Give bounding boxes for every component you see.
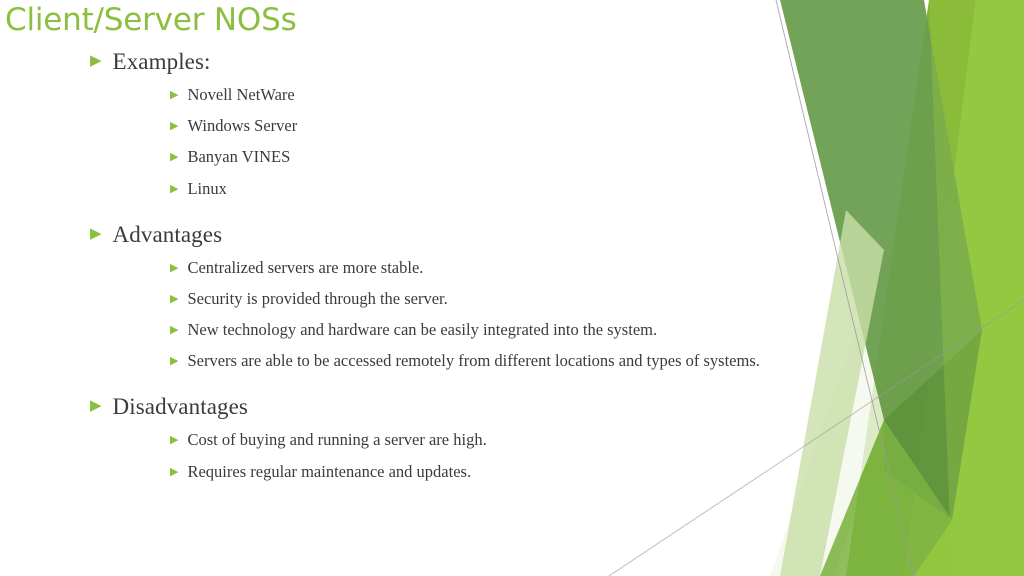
- polygon-layer-bright: [846, 0, 1024, 576]
- bullet-item-text: Linux: [187, 178, 227, 198]
- bullet-heading-advantages: ▶ Advantages: [90, 221, 800, 248]
- bullet-item: ▶ Security is provided through the serve…: [170, 289, 800, 309]
- triangle-bullet-icon: ▶: [170, 434, 179, 447]
- triangle-bullet-icon: ▶: [170, 89, 179, 102]
- triangle-bullet-icon: ▶: [170, 182, 179, 195]
- bullet-item-text: Centralized servers are more stable.: [187, 257, 424, 277]
- bullet-item: ▶ Requires regular maintenance and updat…: [170, 462, 800, 482]
- bullet-item: ▶ Linux: [170, 179, 800, 199]
- triangle-bullet-icon: ▶: [170, 465, 179, 478]
- bullet-item: ▶ Novell NetWare: [170, 85, 800, 105]
- bullet-heading-text: Disadvantages: [112, 394, 248, 420]
- dark-green-lower-wedge: [884, 330, 982, 520]
- triangle-bullet-icon: ▶: [90, 398, 102, 415]
- bullet-heading-examples: ▶ Examples:: [90, 48, 800, 75]
- bright-green-right-band: [904, 0, 1024, 576]
- bullet-heading-text: Advantages: [112, 221, 223, 247]
- polygon-layer-dark: [780, 0, 982, 520]
- bullet-group-disadvantages: ▶ Disadvantages ▶ Cost of buying and run…: [0, 393, 800, 481]
- bullet-group-examples: ▶ Examples: ▶ Novell NetWare ▶ Windows S…: [0, 48, 800, 199]
- triangle-bullet-icon: ▶: [170, 292, 179, 305]
- bullet-heading-disadvantages: ▶ Disadvantages: [90, 393, 800, 420]
- presentation-slide: Client/Server NOSs ▶ Examples: ▶ Novell …: [0, 0, 1024, 576]
- bullet-item: ▶ Banyan VINES: [170, 147, 800, 167]
- translucent-overlay-right: [929, 0, 1024, 576]
- bullet-item-text: Security is provided through the server.: [187, 288, 448, 308]
- bullet-heading-text: Examples:: [112, 49, 211, 74]
- triangle-bullet-icon: ▶: [170, 261, 179, 274]
- triangle-bullet-icon: ▶: [170, 324, 179, 336]
- triangle-bullet-icon: ▶: [170, 151, 179, 164]
- bullet-group-advantages: ▶ Advantages ▶ Centralized servers are m…: [0, 221, 800, 372]
- bright-green-left-band: [846, 0, 976, 576]
- slide-body: ▶ Examples: ▶ Novell NetWare ▶ Windows S…: [0, 48, 800, 482]
- bullet-item: ▶ New technology and hardware can be eas…: [170, 320, 800, 340]
- bullet-item-text: Windows Server: [187, 116, 298, 136]
- bullet-item-text: Cost of buying and running a server are …: [187, 430, 487, 450]
- triangle-bullet-icon: ▶: [90, 225, 102, 242]
- bullet-item-text: Requires regular maintenance and updates…: [187, 461, 472, 481]
- polygon-layer-pale: [770, 60, 1024, 576]
- bullet-item: ▶ Servers are able to be accessed remote…: [170, 351, 800, 371]
- bullet-item-text: New technology and hardware can be easil…: [187, 320, 658, 339]
- bullet-item-text: Novell NetWare: [187, 85, 295, 105]
- translucent-mid-sheet: [820, 420, 952, 576]
- bullet-item: ▶ Centralized servers are more stable.: [170, 258, 800, 278]
- bullet-item-text: Servers are able to be accessed remotely…: [187, 351, 760, 371]
- pale-polygon-mid: [884, 60, 1024, 300]
- triangle-bullet-icon: ▶: [170, 355, 179, 368]
- bullet-item: ▶ Cost of buying and running a server ar…: [170, 430, 800, 450]
- slide-title: Client/Server NOSs: [5, 2, 297, 38]
- triangle-bullet-icon: ▶: [170, 120, 179, 133]
- bullet-item: ▶ Windows Server: [170, 116, 800, 136]
- triangle-bullet-icon: ▶: [90, 53, 102, 69]
- dark-green-wedge: [780, 0, 982, 420]
- bullet-item-text: Banyan VINES: [187, 147, 291, 167]
